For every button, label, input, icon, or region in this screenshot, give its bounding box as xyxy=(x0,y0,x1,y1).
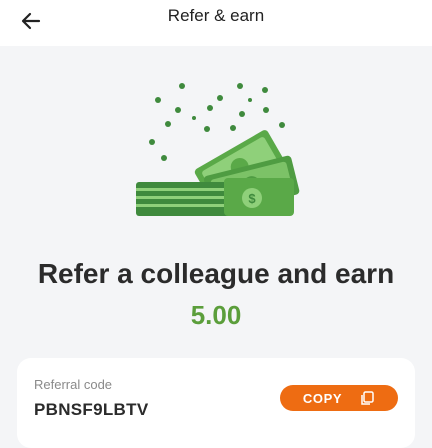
referral-code-card: Referral code PBNSF9LBTV COPY xyxy=(17,358,415,448)
referral-code-label: Referral code xyxy=(34,377,113,392)
copy-icon xyxy=(360,390,375,406)
svg-text:$: $ xyxy=(248,191,256,206)
copy-button[interactable]: COPY xyxy=(280,385,398,411)
reward-amount: 5.00 xyxy=(190,300,242,330)
referral-code-value: PBNSF9LBTV xyxy=(34,400,149,419)
money-stack-icon: $ xyxy=(136,83,300,216)
page-title: Refer & earn xyxy=(167,6,265,25)
top-bar: Refer & earn xyxy=(0,0,432,46)
money-illustration: $ xyxy=(128,78,304,224)
copy-button-label: COPY xyxy=(302,390,343,406)
referral-headline: Refer a colleague and earn xyxy=(37,258,395,289)
